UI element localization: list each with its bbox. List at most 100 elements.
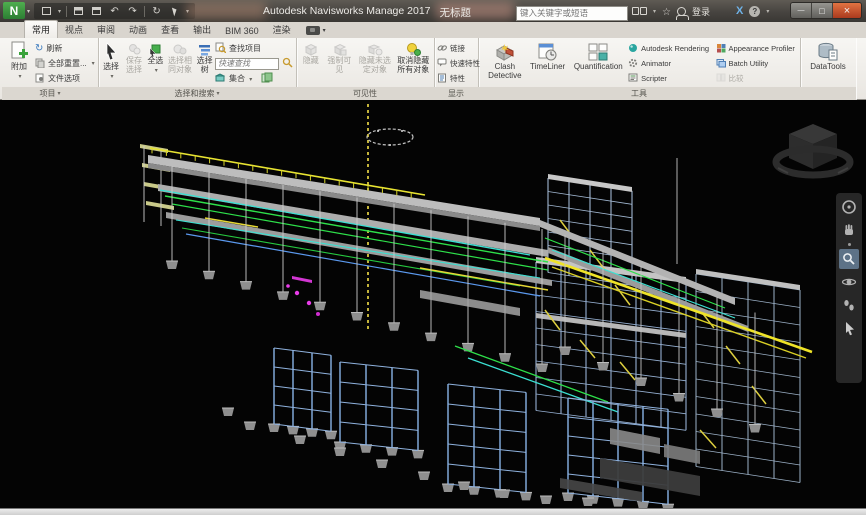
tab-view[interactable]: 查看 <box>154 21 186 38</box>
chevron-down-icon <box>153 66 158 75</box>
search-dropdown-icon[interactable]: ▾ <box>653 8 656 15</box>
window-controls <box>790 2 862 19</box>
app-title: Autodesk Navisworks Manage 2017 <box>263 5 431 20</box>
select-tool-button[interactable] <box>168 5 181 18</box>
select-all-label: 全选 <box>147 57 163 66</box>
hide-unselected-button: 隐藏未选定对象 <box>355 39 394 75</box>
orbit-icon[interactable] <box>839 272 859 292</box>
application-menu-button[interactable]: N <box>3 2 25 19</box>
timeliner-label: TimeLiner <box>530 63 565 72</box>
find-items-icon <box>215 42 226 55</box>
datatools-button[interactable]: DataTools <box>804 39 852 72</box>
quick-access-toolbar: ▾ ▾ <box>34 3 195 19</box>
tab-viewpoint[interactable]: 视点 <box>58 21 90 38</box>
search-binoculars-icon[interactable] <box>632 7 647 15</box>
file-options-label: 文件选项 <box>48 73 80 84</box>
user-account-icon[interactable] <box>677 7 686 16</box>
open-button[interactable] <box>40 5 53 18</box>
quantification-icon <box>587 41 609 63</box>
properties-button[interactable]: 特性 <box>436 71 476 86</box>
group-tools: Clash Detective TimeLiner <box>478 38 801 100</box>
favorites-star-icon[interactable] <box>662 2 671 20</box>
group-label-datatools <box>800 87 856 100</box>
exchange-apps-icon[interactable] <box>736 5 743 17</box>
quick-find-search-icon[interactable] <box>282 57 293 70</box>
group-label-select-search[interactable]: 选择和搜索 <box>98 87 296 100</box>
appearance-profiler-button[interactable]: Appearance Profiler <box>715 41 798 56</box>
viewport-3d[interactable] <box>0 100 866 509</box>
unhide-all-button[interactable]: 取消隐藏所有对象 <box>395 39 432 75</box>
save-button[interactable] <box>72 5 85 18</box>
infocenter-icons: ▾ 登录 ▾ <box>632 3 769 19</box>
tab-home[interactable]: 常用 <box>24 20 58 38</box>
autodesk-rendering-button[interactable]: Autodesk Rendering <box>627 41 714 56</box>
group-label-visibility: 可见性 <box>296 87 434 100</box>
search-input[interactable] <box>516 6 628 21</box>
model-3d[interactable] <box>0 100 866 509</box>
links-button[interactable]: 链接 <box>436 41 476 56</box>
group-label-project[interactable]: 项目 <box>2 87 98 100</box>
quantification-button[interactable]: Quantification <box>569 39 627 72</box>
redo-button[interactable] <box>126 5 139 18</box>
timeliner-button[interactable]: TimeLiner <box>526 39 570 72</box>
tab-review[interactable]: 审阅 <box>90 21 122 38</box>
zoom-tool-icon[interactable] <box>839 249 859 269</box>
restore-button[interactable] <box>812 3 833 18</box>
app-window: N ▾ ▾ ▾ Autodesk Navisworks Manage 2017 … <box>0 0 866 515</box>
select-same-icon <box>173 42 187 57</box>
require-label: 强制可见 <box>324 57 356 75</box>
selection-cursor-icon[interactable] <box>839 318 859 338</box>
hide-icon <box>303 42 318 57</box>
blurred-region <box>186 2 266 19</box>
sets-label: 集合 <box>229 74 245 83</box>
select-all-button[interactable]: 全选 <box>146 39 165 75</box>
ribbon-tab-bar: 常用 视点 审阅 动画 查看 输出 BIM 360 渲染 ▾ <box>0 22 866 38</box>
reset-all-button[interactable]: 全部重置... <box>34 56 96 71</box>
select-same-label: 选择相同对象 <box>165 57 196 75</box>
links-icon <box>437 44 447 54</box>
reset-all-label: 全部重置... <box>48 58 87 69</box>
tab-output[interactable]: 输出 <box>186 21 218 38</box>
manage-sets-icon[interactable] <box>261 72 273 85</box>
find-items-button[interactable]: 查找项目 <box>214 41 294 56</box>
undo-button[interactable] <box>108 5 121 18</box>
animator-icon <box>628 58 638 70</box>
compare-button: 比较 <box>715 71 798 86</box>
scripter-button[interactable]: Scripter <box>627 71 714 86</box>
tab-render[interactable]: 渲染 <box>266 21 298 38</box>
sets-dropdown[interactable]: 集合 <box>229 73 252 84</box>
open-dropdown-icon[interactable]: ▾ <box>58 8 61 15</box>
walk-icon[interactable] <box>839 295 859 315</box>
help-icon[interactable] <box>749 6 760 17</box>
steering-wheel-icon[interactable] <box>839 197 859 217</box>
save-selection-button: 保存选择 <box>122 39 146 75</box>
pan-hand-icon[interactable] <box>839 220 859 240</box>
unhide-all-icon <box>405 42 421 57</box>
quick-find-input[interactable] <box>215 58 279 70</box>
selection-tree-button[interactable]: 选择树 <box>195 39 214 75</box>
group-datatools: DataTools <box>800 38 856 100</box>
refresh-button[interactable] <box>150 5 163 18</box>
tab-animation[interactable]: 动画 <box>122 21 154 38</box>
refresh-model-button[interactable]: ↻ 刷新 <box>34 41 96 56</box>
hide-unselected-icon <box>367 42 383 57</box>
unhide-all-label: 取消隐藏所有对象 <box>395 57 432 75</box>
help-dropdown-icon[interactable]: ▾ <box>766 8 769 15</box>
print-button[interactable] <box>90 5 103 18</box>
find-items-label: 查找项目 <box>229 43 261 54</box>
batch-utility-icon <box>716 58 726 70</box>
ribbon-display-options[interactable]: ▾ <box>306 26 326 38</box>
select-button[interactable]: 选择 <box>100 39 122 81</box>
quick-properties-button[interactable]: 快速特性 <box>436 56 476 71</box>
minimize-button[interactable] <box>791 3 812 18</box>
file-options-button[interactable]: 文件选项 <box>34 71 96 86</box>
tab-bim360[interactable]: BIM 360 <box>218 24 266 38</box>
sign-in-button[interactable]: 登录 <box>692 5 710 18</box>
select-same-button: 选择相同对象 <box>165 39 196 75</box>
clash-detective-button[interactable]: Clash Detective <box>484 39 526 81</box>
close-button[interactable] <box>833 3 861 18</box>
batch-utility-button[interactable]: Batch Utility <box>715 56 798 71</box>
append-button[interactable]: 附加 <box>4 39 34 81</box>
quick-properties-icon <box>437 58 447 69</box>
animator-button[interactable]: Animator <box>627 56 714 71</box>
